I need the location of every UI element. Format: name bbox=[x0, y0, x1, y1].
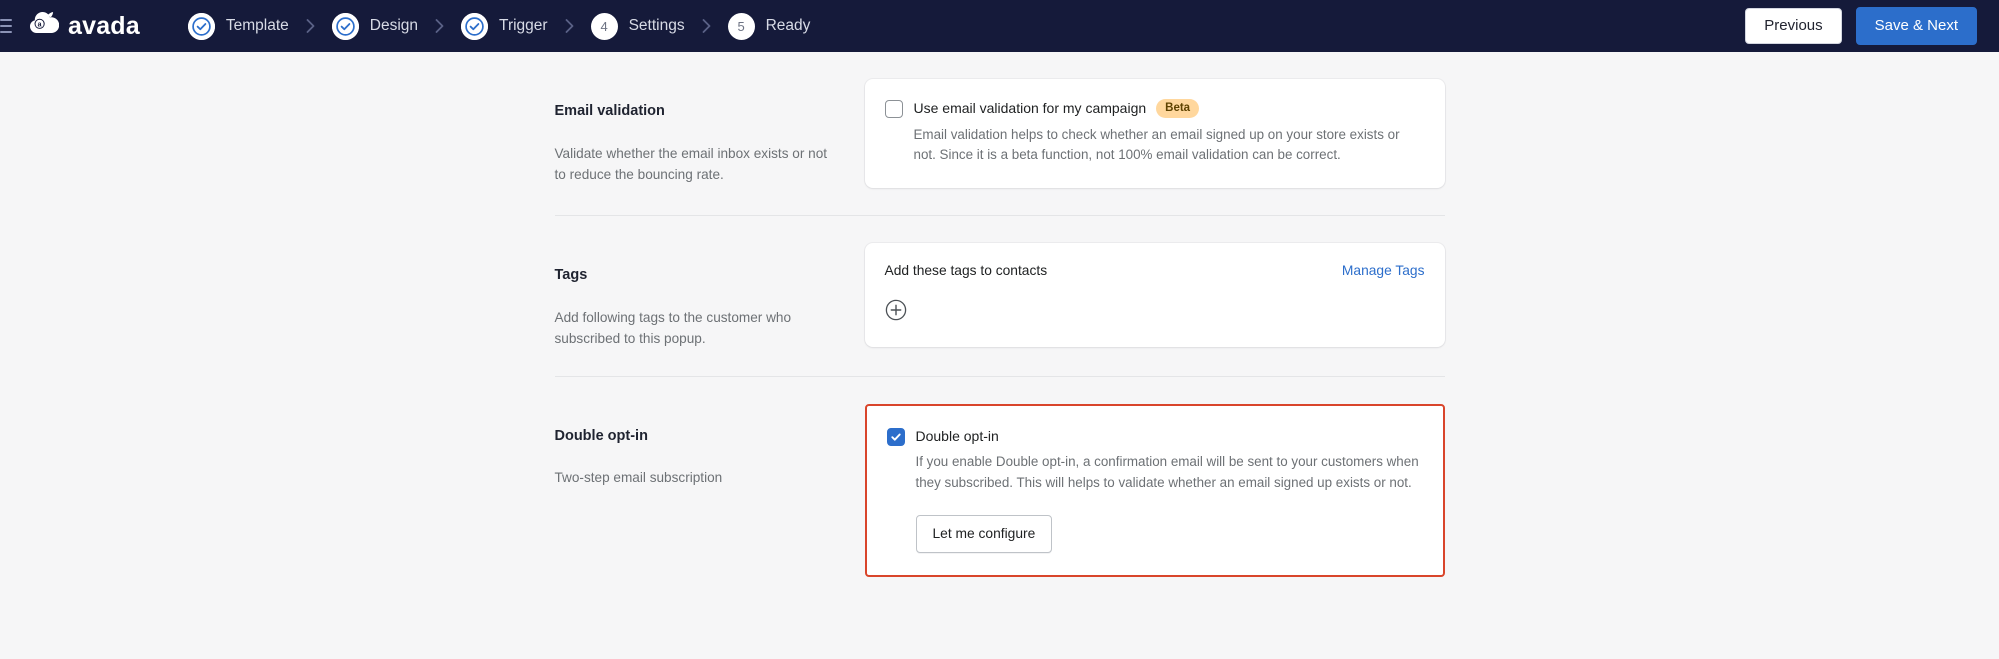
section-double-optin-card-wrap: Double opt-in If you enable Double opt-i… bbox=[864, 403, 1445, 577]
settings-content: Email validation Validate whether the em… bbox=[554, 52, 1445, 577]
section-description: Validate whether the email inbox exists … bbox=[554, 145, 828, 182]
let-me-configure-button[interactable]: Let me configure bbox=[915, 514, 1053, 553]
double-optin-card-highlighted: Double opt-in If you enable Double opt-i… bbox=[864, 403, 1445, 577]
chevron-right-icon bbox=[306, 19, 315, 33]
brand-wordmark: avada bbox=[68, 11, 140, 40]
chevron-right-icon bbox=[702, 19, 711, 33]
double-optin-title: Double opt-in bbox=[554, 427, 648, 444]
step-number-5: 5 bbox=[737, 18, 745, 34]
double-optin-text-block: Double opt-in If you enable Double opt-i… bbox=[915, 427, 1423, 553]
add-tags-label: Add these tags to contacts bbox=[884, 263, 1048, 279]
svg-text:a: a bbox=[38, 22, 42, 29]
email-validation-help-text: Email validation helps to check whether … bbox=[913, 126, 1400, 163]
plus-circle-icon[interactable] bbox=[885, 299, 907, 321]
tags-card-header: Add these tags to contacts Manage Tags bbox=[885, 261, 1425, 280]
email-validation-card: Use email validation for my campaign Bet… bbox=[864, 79, 1445, 189]
tags-title: Tags bbox=[554, 267, 588, 284]
step-design[interactable]: Design bbox=[331, 12, 419, 40]
section-tags-info: Tags Add following tags to the customer … bbox=[555, 243, 865, 349]
step-complete-check-icon bbox=[187, 12, 215, 40]
step-complete-check-icon bbox=[461, 12, 489, 40]
email-validation-text-block: Use email validation for my campaign Bet… bbox=[914, 99, 1425, 166]
checkmark-icon bbox=[890, 433, 901, 441]
top-navigation-bar: a avada Template Design Trigger 4 Settin… bbox=[0, 0, 1999, 52]
step-label-ready: Ready bbox=[765, 17, 811, 34]
use-email-validation-label: Use email validation for my campaign bbox=[913, 100, 1147, 116]
save-and-next-button[interactable]: Save & Next bbox=[1855, 7, 1977, 45]
section-double-optin-info: Double opt-in Two-step email subscriptio… bbox=[555, 404, 865, 489]
section-email-validation: Email validation Validate whether the em… bbox=[555, 79, 1445, 189]
chevron-right-icon bbox=[565, 19, 574, 33]
email-validation-checkbox-row[interactable]: Use email validation for my campaign Bet… bbox=[884, 99, 1425, 166]
tags-description: Add following tags to the customer who s… bbox=[554, 309, 792, 346]
beta-status-badge: Beta bbox=[1156, 99, 1200, 119]
use-email-validation-checkbox[interactable] bbox=[884, 100, 903, 118]
step-template[interactable]: Template bbox=[187, 12, 289, 40]
chevron-right-icon bbox=[435, 19, 444, 33]
double-optin-description: Two-step email subscription bbox=[554, 470, 723, 486]
step-ready[interactable]: 5 Ready bbox=[727, 12, 811, 40]
wizard-steps: Template Design Trigger 4 Settings 5 Rea… bbox=[187, 12, 811, 40]
settings-page: Email validation Validate whether the em… bbox=[0, 52, 1999, 659]
double-optin-help-text: If you enable Double opt-in, a confirmat… bbox=[915, 454, 1419, 491]
email-validation-label-line: Use email validation for my campaign Bet… bbox=[914, 99, 1425, 119]
step-number-4: 4 bbox=[600, 18, 608, 34]
page-title: Email validation bbox=[554, 103, 665, 119]
tags-card: Add these tags to contacts Manage Tags bbox=[864, 243, 1445, 348]
double-optin-checkbox[interactable] bbox=[886, 427, 905, 446]
nav-actions: Previous Save & Next bbox=[1745, 7, 1977, 45]
step-number-badge: 4 bbox=[590, 12, 618, 40]
section-double-optin: Double opt-in Two-step email subscriptio… bbox=[555, 403, 1445, 577]
avada-cloud-logo-icon: a bbox=[28, 10, 60, 42]
double-optin-label: Double opt-in bbox=[915, 427, 999, 444]
double-optin-checkbox-row[interactable]: Double opt-in If you enable Double opt-i… bbox=[886, 427, 1423, 553]
brand-logo-group[interactable]: a avada bbox=[28, 10, 140, 42]
double-optin-label-line: Double opt-in bbox=[916, 427, 1423, 447]
section-email-validation-info: Email validation Validate whether the em… bbox=[555, 79, 865, 185]
step-trigger[interactable]: Trigger bbox=[461, 12, 548, 40]
section-tags-card-wrap: Add these tags to contacts Manage Tags bbox=[864, 243, 1445, 348]
previous-button[interactable]: Previous bbox=[1745, 8, 1842, 44]
section-email-validation-card-wrap: Use email validation for my campaign Bet… bbox=[864, 79, 1445, 189]
step-label-trigger: Trigger bbox=[499, 17, 548, 34]
manage-tags-link[interactable]: Manage Tags bbox=[1342, 261, 1425, 280]
hamburger-menu-icon[interactable] bbox=[0, 17, 14, 35]
step-complete-check-icon bbox=[331, 12, 359, 40]
step-label-template: Template bbox=[225, 17, 289, 34]
step-label-settings: Settings bbox=[628, 17, 685, 34]
section-tags: Tags Add following tags to the customer … bbox=[555, 243, 1445, 349]
step-number-badge: 5 bbox=[727, 12, 755, 40]
step-settings[interactable]: 4 Settings bbox=[590, 12, 685, 40]
step-label-design: Design bbox=[369, 17, 419, 34]
